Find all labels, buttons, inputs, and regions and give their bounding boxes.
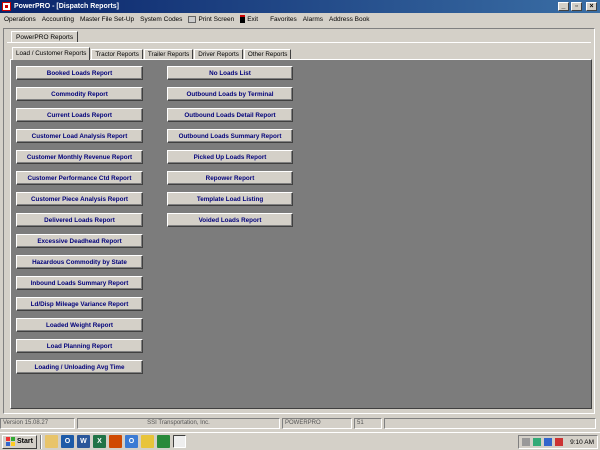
outlook-icon[interactable]: O xyxy=(124,435,138,448)
chrome-icon[interactable] xyxy=(140,435,154,448)
report-button[interactable]: Outbound Loads by Terminal xyxy=(167,87,293,101)
report-button[interactable]: Excessive Deadhead Report xyxy=(16,234,143,248)
report-panel: Booked Loads Report Commodity Report Cur… xyxy=(10,59,592,409)
report-button[interactable]: Voided Loads Report xyxy=(167,213,293,227)
divider xyxy=(7,42,591,43)
report-button[interactable]: No Loads List xyxy=(167,66,293,80)
report-button[interactable]: Commodity Report xyxy=(16,87,143,101)
report-button[interactable]: Customer Piece Analysis Report xyxy=(16,192,143,206)
taskbar: Start O W X O 9:10 AM xyxy=(0,432,600,450)
report-button[interactable]: Inbound Loads Summary Report xyxy=(16,276,143,290)
menu-operations[interactable]: Operations xyxy=(4,16,36,23)
status-version: Version 15.08.27 xyxy=(0,418,75,429)
report-button[interactable]: Loaded Weight Report xyxy=(16,318,143,332)
exit-label: Exit xyxy=(247,15,259,23)
tab-load-customer-reports[interactable]: Load / Customer Reports xyxy=(12,47,91,60)
status-code: 51 xyxy=(354,418,382,429)
status-bar: Version 15.08.27 SSI Transportation, Inc… xyxy=(0,418,600,430)
clock[interactable]: 9:10 AM xyxy=(570,439,594,446)
window-title: PowerPRO - [Dispatch Reports] xyxy=(14,3,120,10)
print-screen-label: Print Screen xyxy=(198,15,235,23)
outlook-icon[interactable]: O xyxy=(60,435,74,448)
menu-address-book[interactable]: Address Book xyxy=(329,16,369,23)
minimize-icon[interactable]: _ xyxy=(558,2,569,11)
report-button[interactable]: Loading / Unloading Avg Time xyxy=(16,360,143,374)
menu-master-file-setup[interactable]: Master File Set-Up xyxy=(80,16,134,23)
powerpro-task-icon[interactable] xyxy=(172,435,186,448)
folder-icon[interactable] xyxy=(44,435,58,448)
status-company: SSI Transportation, Inc. xyxy=(77,418,280,429)
volume-icon[interactable] xyxy=(544,438,553,446)
menu-favorites[interactable]: Favorites xyxy=(270,16,297,23)
report-button[interactable]: Booked Loads Report xyxy=(16,66,143,80)
report-button[interactable]: Hazardous Commodity by State xyxy=(16,255,143,269)
excel-icon[interactable]: X xyxy=(92,435,106,448)
window-controls: _ ▫ × xyxy=(558,2,597,11)
app-icon[interactable] xyxy=(2,2,11,11)
title-bar[interactable]: PowerPRO - [Dispatch Reports] _ ▫ × xyxy=(0,0,600,13)
menu-print-screen[interactable]: Print Screen xyxy=(188,15,235,23)
status-empty xyxy=(384,418,596,429)
exit-icon xyxy=(240,15,246,23)
report-button[interactable]: Ld/Disp Mileage Variance Report xyxy=(16,297,143,311)
report-button[interactable]: Customer Load Analysis Report xyxy=(16,129,143,143)
menu-bar: Operations Accounting Master File Set-Up… xyxy=(0,13,600,25)
report-button[interactable]: Customer Performance Ctd Report xyxy=(16,171,143,185)
start-button[interactable]: Start xyxy=(2,434,37,449)
word-icon[interactable]: W xyxy=(76,435,90,448)
printer-icon xyxy=(188,15,197,23)
report-button[interactable]: Delivered Loads Report xyxy=(16,213,143,227)
tray-app-icon[interactable] xyxy=(533,438,542,446)
windows-logo-icon xyxy=(6,437,15,446)
close-icon[interactable]: × xyxy=(586,2,597,11)
network-icon[interactable] xyxy=(522,438,531,446)
report-button[interactable]: Customer Monthly Revenue Report xyxy=(16,150,143,164)
report-button[interactable]: Picked Up Loads Report xyxy=(167,150,293,164)
report-button[interactable]: Current Loads Report xyxy=(16,108,143,122)
report-button[interactable]: Repower Report xyxy=(167,171,293,185)
taskbar-separator xyxy=(39,434,42,449)
media-icon[interactable] xyxy=(108,435,122,448)
report-button[interactable]: Template Load Listing xyxy=(167,192,293,206)
main-window: PowerPRO Reports Load / Customer Reports… xyxy=(3,28,595,414)
report-button[interactable]: Outbound Loads Summary Report xyxy=(167,129,293,143)
start-label: Start xyxy=(17,438,33,445)
report-button[interactable]: Outbound Loads Detail Report xyxy=(167,108,293,122)
app-icon[interactable] xyxy=(156,435,170,448)
report-button[interactable]: Load Planning Report xyxy=(16,339,143,353)
menu-accounting[interactable]: Accounting xyxy=(42,16,74,23)
restore-icon[interactable]: ▫ xyxy=(571,2,582,11)
system-tray: 9:10 AM xyxy=(518,435,598,449)
menu-exit[interactable]: Exit xyxy=(240,15,258,23)
menu-system-codes[interactable]: System Codes xyxy=(140,16,182,23)
alert-icon[interactable] xyxy=(555,438,564,446)
menu-alarms[interactable]: Alarms xyxy=(303,16,323,23)
status-app: POWERPRO xyxy=(282,418,352,429)
